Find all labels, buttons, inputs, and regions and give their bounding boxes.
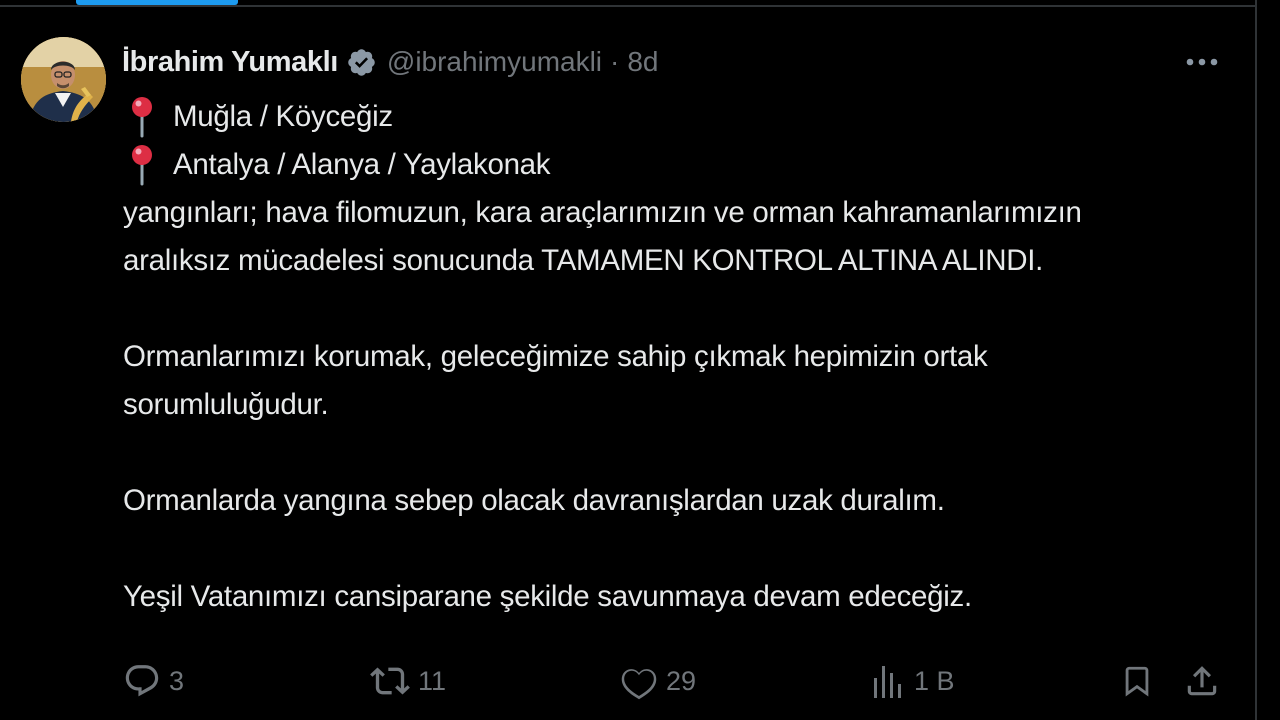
repost-icon <box>370 667 410 695</box>
divider <box>0 5 1256 7</box>
tweet-text: Muğla / Köyceğiz Antalya / Alanya / Yayl… <box>123 93 1233 621</box>
reply-button[interactable]: 3 <box>123 655 184 707</box>
location-line: Antalya / Alanya / Yaylakonak <box>123 141 1233 189</box>
share-button[interactable] <box>1183 655 1221 707</box>
bookmark-icon <box>1125 666 1149 697</box>
reply-count: 3 <box>169 665 185 696</box>
separator-dot: · <box>610 46 620 77</box>
author-name[interactable]: İbrahim Yumaklı <box>122 46 338 79</box>
text-line: Ormanlarımızı korumak, geleceğimize sahi… <box>123 340 988 373</box>
heart-icon <box>621 669 657 700</box>
author-handle[interactable]: @ibrahimyumakli <box>387 46 602 78</box>
verified-badge-icon <box>346 47 377 78</box>
location-line: Muğla / Köyceğiz <box>123 93 1233 141</box>
column-border <box>1255 0 1257 720</box>
text-line: sorumluluğudur. <box>123 388 329 421</box>
reply-icon <box>125 665 159 697</box>
more-horizontal-icon <box>1186 58 1218 66</box>
repost-count: 11 <box>418 665 447 696</box>
view-count: 1 B <box>914 665 955 696</box>
like-button[interactable]: 29 <box>620 655 696 707</box>
text-line: yangınları; hava filomuzun, kara araçlar… <box>123 196 1082 229</box>
location-text: Muğla / Köyceğiz <box>173 100 393 133</box>
avatar[interactable] <box>21 37 106 122</box>
round-pushpin-icon <box>131 96 153 138</box>
text-line: aralıksız mücadelesi sonucunda TAMAMEN K… <box>123 244 1044 277</box>
share-icon <box>1187 666 1217 696</box>
tweet-screen: İbrahim Yumaklı @ibrahimyumakli · 8d Muğ… <box>0 0 1280 720</box>
round-pushpin-icon <box>131 144 153 186</box>
views-button[interactable]: 1 B <box>872 655 955 707</box>
action-bar: 3 11 29 1 B <box>0 655 1256 707</box>
bookmark-button[interactable] <box>1120 655 1154 707</box>
location-text: Antalya / Alanya / Yaylakonak <box>173 148 551 181</box>
text-line: Yeşil Vatanımızı cansiparane şekilde sav… <box>123 580 972 613</box>
avatar-photo <box>21 37 106 122</box>
timestamp[interactable]: 8d <box>627 46 658 78</box>
more-button[interactable] <box>1178 44 1226 80</box>
repost-button[interactable]: 11 <box>370 655 446 707</box>
views-bar-chart-icon <box>874 666 901 698</box>
text-line: Ormanlarda yangına sebep olacak davranış… <box>123 484 945 517</box>
tweet-header: İbrahim Yumaklı @ibrahimyumakli · 8d <box>122 42 659 82</box>
like-count: 29 <box>666 665 697 696</box>
